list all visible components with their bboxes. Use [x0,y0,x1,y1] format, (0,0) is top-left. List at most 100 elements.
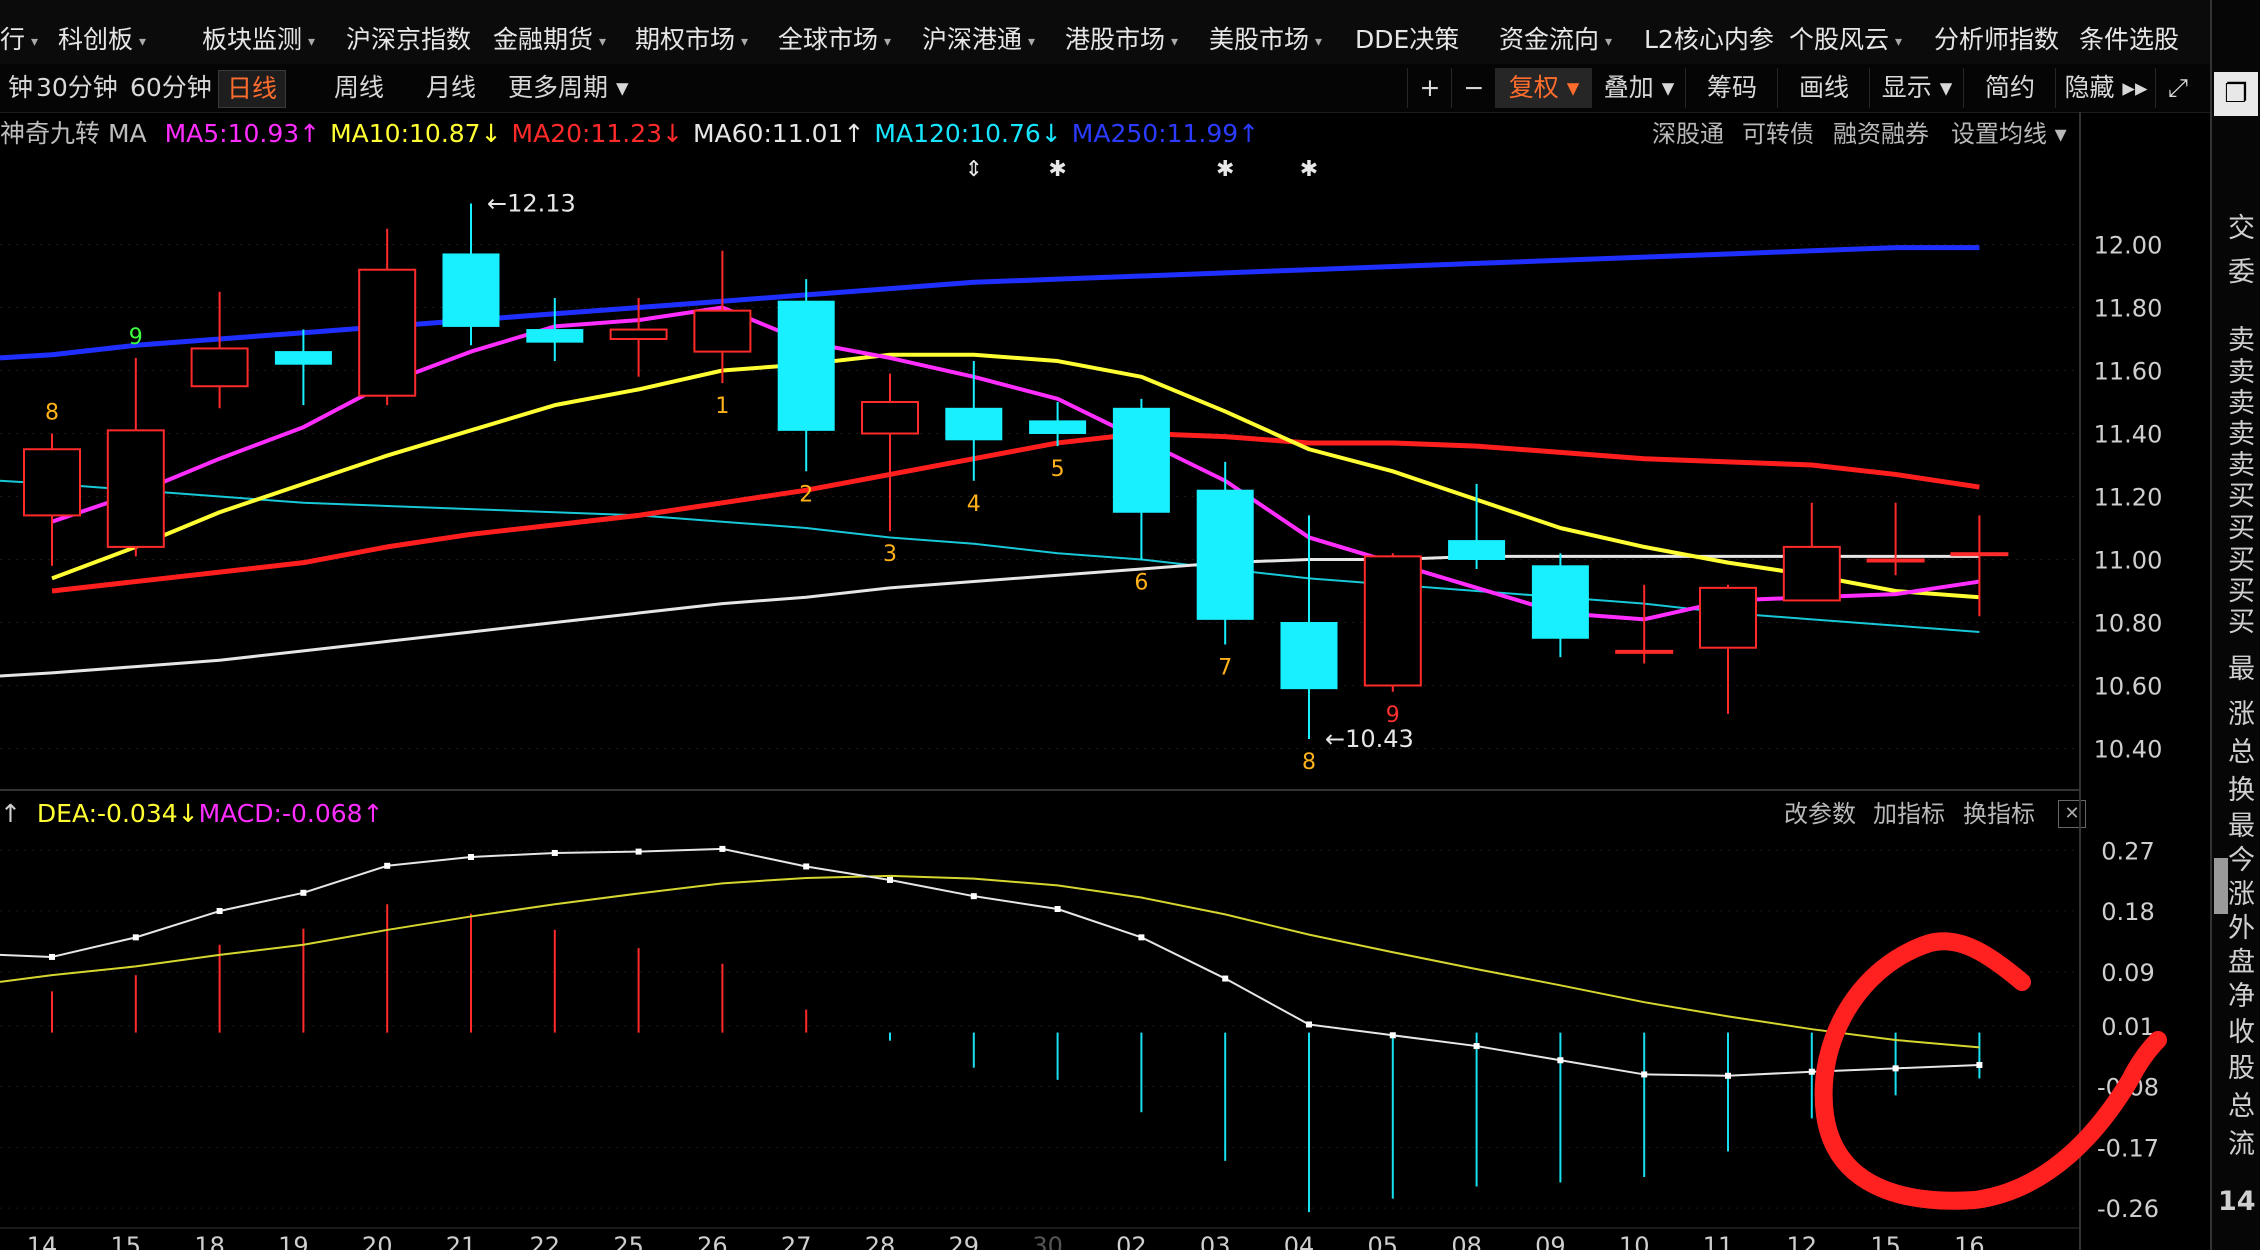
expand-arrow-icon[interactable] [2214,858,2228,914]
nav-item-2[interactable]: 板块监测 ▾ [202,20,315,60]
period-tab-4[interactable]: 周线 [326,70,392,106]
nav-item-15[interactable]: 条件选股 [2079,20,2179,60]
candle-body [945,407,1003,441]
candle-body [190,347,249,388]
dif-point-10 [887,876,893,883]
event-marker-3: ✱ [1300,157,1318,182]
indicator-name[interactable]: 神奇九转 MA [0,119,147,148]
period-tab-6[interactable]: 更多周期 ▾ [500,70,637,106]
toolbar-button-0[interactable]: + [1407,68,1452,108]
nav-item-3[interactable]: 沪深京指数 [346,20,471,60]
period-tab-5[interactable]: 月线 [418,70,484,106]
macd-tool-button-0[interactable]: 改参数 [1784,796,1856,832]
close-icon[interactable]: ✕ [2058,800,2086,828]
nine-turn-label-2: 1 [715,394,729,419]
nav-item-label: 沪深港通 [922,25,1023,54]
chevron-down-icon: ▾ [31,34,39,50]
dif-point-11 [970,893,977,900]
candle-18 [1531,553,1589,658]
panel-label-11: 买 [2228,607,2255,638]
nav-item-4[interactable]: 金融期货 ▾ [493,20,606,60]
ma-legend-item-4: MA120:10.76↓ [874,119,1062,148]
toolbar-button-6[interactable]: 显示 ▾ [1869,68,1964,108]
nav-item-label: 港股市场 [1065,25,1166,54]
price-tick-1: 11.80 [2094,295,2163,323]
date-tick-20: 11 [1703,1232,1734,1250]
macd-tick-2: 0.09 [2101,959,2154,987]
price-tick-5: 11.00 [2094,547,2163,575]
candle-15 [1280,515,1338,740]
nav-item-label: 板块监测 [202,25,303,54]
period-tab-3[interactable]: 日线 [218,70,287,108]
macd-tick-4: -0.08 [2097,1074,2159,1102]
panel-toggle-icon[interactable]: ❐ [2214,72,2258,116]
dif-point-15 [1306,1021,1312,1028]
nav-item-1[interactable]: 科创板 ▾ [58,20,146,60]
dif-point-4 [384,862,391,869]
date-tick-0: 14 [27,1232,58,1250]
ma-right-link-0[interactable]: 深股通 [1652,116,1724,152]
high-price-label: ←12.13 [487,190,576,218]
nav-item-5[interactable]: 期权市场 ▾ [635,20,748,60]
nav-item-9[interactable]: 美股市场 ▾ [1209,20,1322,60]
macd-tick-1: 0.18 [2101,898,2154,926]
dif-point-0 [49,953,55,960]
dif-line [0,847,1980,1077]
price-tick-7: 10.60 [2094,673,2163,701]
candle-5 [442,203,500,346]
nav-item-label: 资金流向 [1499,25,1600,54]
dif-point-9 [803,863,810,870]
nav-item-14[interactable]: 分析师指数 [1934,20,2059,60]
price-tick-8: 10.40 [2094,736,2163,764]
panel-label-0: 交 [2228,213,2255,244]
date-tick-21: 12 [1787,1232,1818,1250]
chevron-down-icon: ▾ [1895,34,1903,50]
nav-item-13[interactable]: 个股风云 ▾ [1789,20,1902,60]
macd-tool-button-1[interactable]: 加指标 [1873,796,1945,832]
nav-item-7[interactable]: 沪深港通 ▾ [922,20,1035,60]
macd-tick-3: 0.01 [2101,1013,2154,1041]
toolbar-button-8[interactable]: 隐藏 ▸▸ [2055,68,2156,108]
candle-body [861,401,919,435]
ma-right-link-2[interactable]: 融资融券 [1833,116,1929,152]
toolbar-button-1[interactable]: − [1451,68,1496,108]
toolbar-button-9[interactable]: ⤢ [2155,68,2200,108]
date-tick-9: 27 [781,1232,812,1250]
toolbar-button-4[interactable]: 筹码 [1685,68,1778,108]
date-tick-2: 18 [194,1232,225,1250]
chevron-down-icon: ▾ [308,34,316,50]
candle-1 [106,357,165,557]
macd-tick-5: -0.17 [2097,1134,2159,1162]
candle-body [693,309,752,353]
ma10-line [51,352,1980,600]
nav-item-12[interactable]: L2核心内参 [1644,20,1774,60]
nine-turn-label-0: 8 [45,401,59,426]
candle-body [1699,586,1757,649]
period-tab-1[interactable]: 30分钟 [28,70,126,106]
toolbar-button-7[interactable]: 简约 [1963,68,2056,108]
candle-body [23,448,81,517]
event-marker-0: ⇕ [965,157,983,182]
kline-chart[interactable]: 12.00 11.80 11.60 11.40 11.20 11.00 10.80 10.60… [0,0,2210,1250]
nav-item-6[interactable]: 全球市场 ▾ [778,20,891,60]
dif-point-6 [551,849,558,856]
macd-legend-item-0: DEA:-0.034↓ [36,799,199,828]
dif-point-12 [1054,906,1061,912]
toolbar-button-5[interactable]: 画线 [1777,68,1870,108]
ma60-line [0,554,1980,678]
candle-body [442,253,500,327]
nav-item-10[interactable]: DDE决策 [1355,20,1459,60]
nav-item-0[interactable]: 行 ▾ [0,20,38,60]
candle-11 [945,361,1003,481]
nav-item-11[interactable]: 资金流向 ▾ [1499,20,1612,60]
date-tick-14: 03 [1200,1232,1231,1250]
toolbar-button-2[interactable]: 复权 ▾ [1495,68,1592,108]
toolbar-button-3[interactable]: 叠加 ▾ [1591,68,1686,108]
ma-right-link-1[interactable]: 可转债 [1742,116,1814,152]
period-tab-2[interactable]: 60分钟 [122,70,220,106]
nav-item-8[interactable]: 港股市场 ▾ [1065,20,1178,60]
macd-tool-button-2[interactable]: 换指标 [1963,796,2035,832]
nav-item-label: 沪深京指数 [346,25,472,54]
date-tick-4: 20 [362,1232,393,1250]
ma-right-link-3[interactable]: 设置均线 ▾ [1951,116,2067,152]
